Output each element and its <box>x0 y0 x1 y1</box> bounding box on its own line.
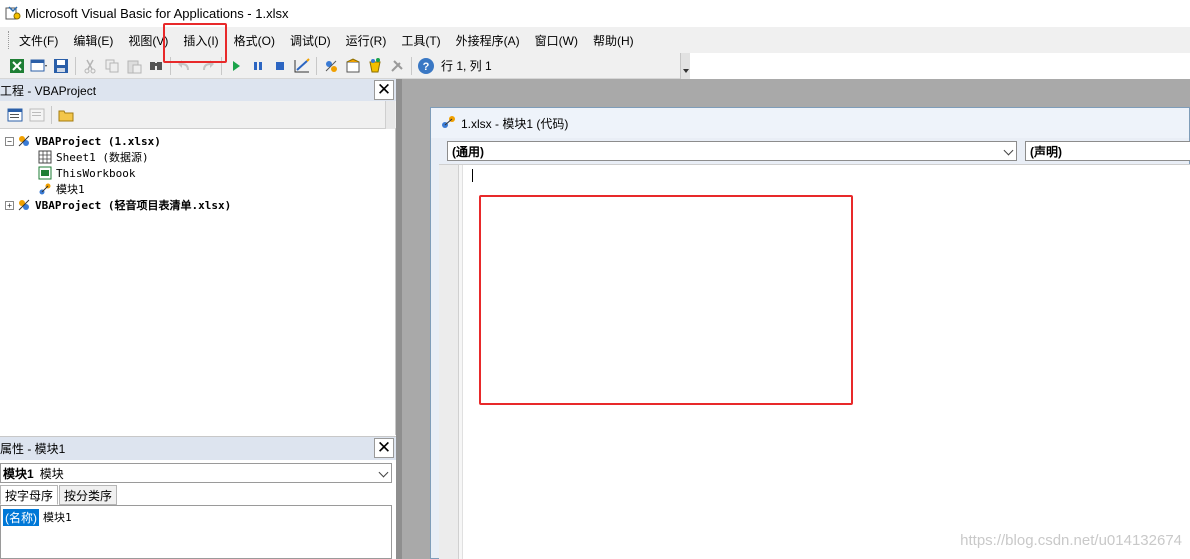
project-panel-title: 工程 - VBAProject <box>0 83 97 98</box>
project-panel-close-icon[interactable]: ✕ <box>374 80 394 100</box>
cut-icon[interactable] <box>79 55 101 77</box>
properties-tabs: 按字母序 按分类序 <box>0 485 118 505</box>
tree-node-vbaproject-2[interactable]: + VBAProject (轻音项目表清单.xlsx) <box>5 197 231 213</box>
code-window-title: 1.xlsx - 模块1 (代码) <box>461 116 569 131</box>
project-panel-scrollbar[interactable] <box>385 101 395 129</box>
window-title: Microsoft Visual Basic for Applications … <box>25 5 289 21</box>
property-row[interactable]: (名称) 模块1 <box>3 508 72 526</box>
project-explorer-icon[interactable] <box>320 55 342 77</box>
view-object-icon[interactable] <box>26 104 48 126</box>
tree-label: Sheet1 (数据源) <box>56 151 149 164</box>
menu-addins[interactable]: 外接程序(A) <box>450 30 526 51</box>
properties-object-name: 模块1 <box>3 466 34 481</box>
tree-label: ThisWorkbook <box>56 166 136 180</box>
tree-node-sheet1[interactable]: Sheet1 (数据源) <box>38 149 149 165</box>
module-icon <box>38 182 52 196</box>
paste-icon[interactable] <box>123 55 145 77</box>
insert-userform-icon[interactable] <box>28 55 50 77</box>
vba-app-icon <box>5 5 21 21</box>
code-margin-indicator-bar[interactable] <box>439 165 459 559</box>
object-combo[interactable]: (通用) <box>447 141 1017 161</box>
tab-categorized[interactable]: 按分类序 <box>59 485 118 505</box>
run-icon[interactable] <box>225 55 247 77</box>
tree-label: VBAProject (1.xlsx) <box>35 134 161 148</box>
project-panel-toolbar <box>0 101 396 129</box>
reset-icon[interactable] <box>269 55 291 77</box>
tab-alphabetic[interactable]: 按字母序 <box>0 485 59 505</box>
workbook-icon <box>38 166 52 180</box>
insert-menu-highlight-box <box>163 23 227 63</box>
tree-node-thisworkbook[interactable]: ThisWorkbook <box>38 165 135 181</box>
toggle-folders-icon[interactable] <box>55 104 77 126</box>
module-icon <box>441 115 457 132</box>
properties-icon[interactable] <box>342 55 364 77</box>
object-combo-value: (通用) <box>452 144 484 159</box>
project-tree: − VBAProject (1.xlsx) Sheet1 (数据源) ThisW… <box>0 101 396 435</box>
chevron-down-icon[interactable] <box>378 467 389 478</box>
toolbar-separator <box>411 56 412 75</box>
break-icon[interactable] <box>247 55 269 77</box>
properties-object-select[interactable]: 模块1 模块 <box>0 463 392 483</box>
procedure-combo-value: (声明) <box>1030 144 1062 159</box>
menu-run[interactable]: 运行(R) <box>340 30 393 51</box>
menu-format[interactable]: 格式(O) <box>228 30 281 51</box>
menu-debug[interactable]: 调试(D) <box>284 30 337 51</box>
toolbar-separator <box>75 56 76 75</box>
chevron-down-icon[interactable] <box>1003 145 1014 156</box>
excel-view-icon[interactable] <box>6 55 28 77</box>
vbaproject-icon <box>17 134 31 148</box>
text-caret <box>472 169 473 182</box>
menu-window[interactable]: 窗口(W) <box>529 30 584 51</box>
copy-icon[interactable] <box>101 55 123 77</box>
tree-node-vbaproject-1[interactable]: − VBAProject (1.xlsx) <box>5 133 161 149</box>
toolbox-icon[interactable] <box>386 55 408 77</box>
cursor-position-status: 行 1, 列 1 <box>441 59 492 73</box>
tree-label: VBAProject (轻音项目表清单.xlsx) <box>35 199 232 212</box>
menu-edit[interactable]: 编辑(E) <box>67 30 119 51</box>
vbaproject-icon <box>17 198 31 212</box>
tree-label: 模块1 <box>56 183 85 196</box>
properties-panel-title: 属性 - 模块1 <box>0 442 66 456</box>
code-margin-divider <box>459 165 463 559</box>
toolbar-separator <box>51 105 52 124</box>
collapse-icon[interactable]: − <box>5 136 14 146</box>
menubar-grip[interactable] <box>8 31 11 49</box>
properties-grid: (名称) 模块1 <box>0 505 392 559</box>
properties-panel-close-icon[interactable]: ✕ <box>374 438 394 458</box>
help-icon[interactable]: ? <box>415 55 437 77</box>
sheet-icon <box>38 150 52 164</box>
toolbar-options-icon[interactable] <box>680 53 690 79</box>
tree-node-module1[interactable]: 模块1 <box>38 181 85 197</box>
design-mode-icon[interactable] <box>291 55 313 77</box>
toolbar-separator <box>316 56 317 75</box>
property-value[interactable]: 模块1 <box>43 509 72 525</box>
code-window-titlebar: 1.xlsx - 模块1 (代码) <box>431 108 1189 138</box>
properties-panel-header: 属性 - 模块1 ✕ <box>0 436 396 460</box>
code-area-highlight-box <box>479 195 853 405</box>
project-panel-header: 工程 - VBAProject ✕ <box>0 79 396 101</box>
svg-text:?: ? <box>423 61 430 73</box>
save-icon[interactable] <box>50 55 72 77</box>
property-key: (名称) <box>3 508 39 526</box>
properties-object-type: 模块 <box>39 466 64 481</box>
menu-tools[interactable]: 工具(T) <box>395 30 446 51</box>
standard-toolbar: ? 行 1, 列 1 <box>0 53 690 79</box>
object-browser-icon[interactable] <box>364 55 386 77</box>
expand-icon[interactable]: + <box>5 200 14 210</box>
view-code-icon[interactable] <box>4 104 26 126</box>
menu-help[interactable]: 帮助(H) <box>587 30 640 51</box>
procedure-combo[interactable]: (声明) <box>1025 141 1190 161</box>
watermark-text: https://blog.csdn.net/u014132674 <box>960 532 1182 549</box>
menu-file[interactable]: 文件(F) <box>13 30 64 51</box>
